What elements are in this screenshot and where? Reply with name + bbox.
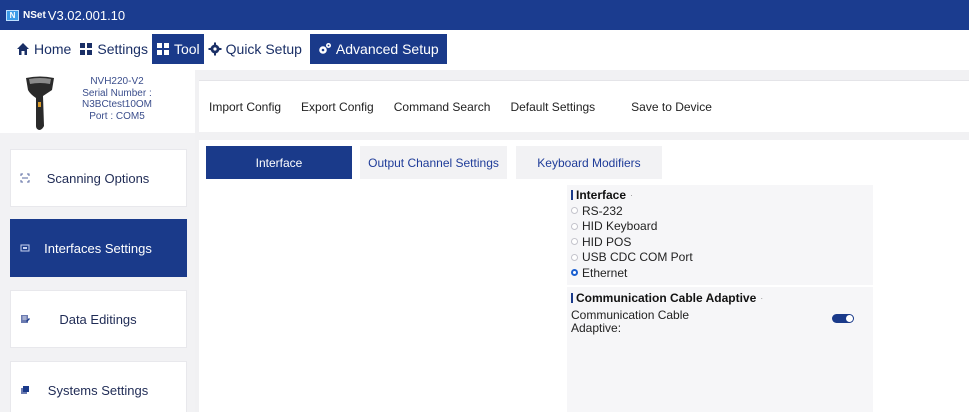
menu-tool-label: Tool — [173, 41, 200, 57]
system-icon — [21, 386, 29, 394]
title-bar: N NSet V3.02.001.10 — [0, 0, 969, 30]
cable-adaptive-toggle[interactable] — [832, 314, 854, 323]
interface-section-title-text: Interface — [576, 188, 627, 202]
radio-button[interactable] — [571, 238, 578, 246]
cable-section-title-text: Communication Cable Adaptive — [576, 291, 757, 305]
cable-adaptive-section: Communication Cable Adaptive · Communica… — [567, 287, 873, 412]
menu-quick-setup[interactable]: Quick Setup — [204, 34, 306, 64]
radio-label: RS-232 — [582, 203, 623, 218]
sidebar-item-label: Interfaces Settings — [44, 240, 152, 256]
device-model: NVH220-V2 — [90, 76, 144, 87]
sidebar-item-scanning-options[interactable]: Scanning Options — [10, 149, 187, 207]
menu-home[interactable]: Home — [12, 34, 75, 64]
menu-advanced-setup[interactable]: Advanced Setup — [309, 34, 447, 64]
sidebar-item-label: Systems Settings — [47, 382, 149, 398]
radio-button[interactable] — [571, 207, 578, 215]
export-config-button[interactable]: Export Config — [295, 92, 380, 122]
device-port: Port : COM5 — [89, 110, 145, 122]
menu-home-label: Home — [34, 41, 72, 57]
device-info-text: NVH220-V2 Serial Number : N3BCtest10OM P… — [72, 76, 162, 122]
interface-section: Interface · RS-232 HID Keyboard HID POS … — [567, 185, 873, 285]
grid-icon — [80, 43, 93, 55]
tab-keyboard-modifiers[interactable]: Keyboard Modifiers — [516, 146, 662, 179]
section-dot: · — [760, 293, 764, 303]
interface-icon — [20, 244, 30, 252]
data-edit-icon — [21, 315, 30, 323]
settings-content: Interface Output Channel Settings Keyboa… — [199, 140, 969, 412]
radio-button[interactable] — [571, 253, 578, 261]
menu-bar: Home Settings Tool Quick Setup Advanced … — [0, 30, 969, 68]
cable-section-title: Communication Cable Adaptive · — [571, 290, 873, 306]
menu-settings[interactable]: Settings — [75, 34, 152, 64]
home-icon — [17, 43, 29, 55]
device-serial: N3BCtest10OM — [81, 99, 153, 110]
scan-icon — [20, 173, 30, 183]
radio-rs-232[interactable]: RS-232 — [571, 203, 873, 219]
gears-icon — [319, 43, 331, 54]
section-marker — [571, 293, 573, 303]
section-dot: · — [630, 190, 634, 200]
radio-hid-pos[interactable]: HID POS — [571, 234, 873, 250]
sidebar-item-label: Scanning Options — [46, 170, 150, 186]
section-marker — [571, 190, 573, 200]
app-version: V3.02.001.10 — [47, 7, 126, 23]
interface-section-title: Interface · — [571, 187, 873, 203]
default-settings-button[interactable]: Default Settings — [504, 92, 601, 122]
sidebar-item-interfaces-settings[interactable]: Interfaces Settings — [10, 219, 187, 277]
sidebar-item-label: Data Editings — [59, 311, 137, 327]
toggle-knob — [846, 315, 853, 322]
sidebar-item-systems-settings[interactable]: Systems Settings — [10, 361, 187, 412]
menu-tool[interactable]: Tool — [151, 34, 204, 64]
device-serial-label: Serial Number : — [82, 87, 152, 99]
radio-usb-cdc-com-port[interactable]: USB CDC COM Port — [571, 250, 873, 266]
menu-settings-label: Settings — [97, 41, 148, 57]
radio-label: HID Keyboard — [582, 219, 658, 234]
cable-setting-label: Communication Cable Adaptive: — [571, 309, 873, 335]
command-search-button[interactable]: Command Search — [388, 92, 497, 122]
radio-label: Ethernet — [582, 265, 628, 280]
app-logo-icon: N — [6, 9, 19, 21]
radio-hid-keyboard[interactable]: HID Keyboard — [571, 219, 873, 235]
radio-label: HID POS — [582, 234, 632, 249]
tab-interface[interactable]: Interface — [206, 146, 352, 179]
barcode-scanner-icon — [26, 76, 54, 130]
gear-icon — [208, 42, 222, 56]
tab-output-channel-settings[interactable]: Output Channel Settings — [360, 146, 507, 179]
save-to-device-button[interactable]: Save to Device — [625, 92, 718, 122]
sidebar-item-data-editings[interactable]: Data Editings — [10, 290, 187, 348]
cable-setting-label-line2: Adaptive: — [571, 321, 622, 335]
import-config-button[interactable]: Import Config — [203, 92, 287, 122]
radio-label: USB CDC COM Port — [582, 250, 693, 265]
grid-icon — [156, 43, 169, 55]
radio-button[interactable] — [571, 222, 578, 230]
menu-advanced-setup-label: Advanced Setup — [335, 41, 439, 57]
device-info-panel: NVH220-V2 Serial Number : N3BCtest10OM P… — [0, 70, 195, 133]
app-brand: NSet — [23, 9, 46, 21]
radio-ethernet[interactable]: Ethernet — [571, 265, 873, 281]
radio-button-selected[interactable] — [571, 269, 578, 277]
menu-quick-setup-label: Quick Setup — [225, 41, 302, 57]
toolbar: Import Config Export Config Command Sear… — [199, 80, 969, 132]
